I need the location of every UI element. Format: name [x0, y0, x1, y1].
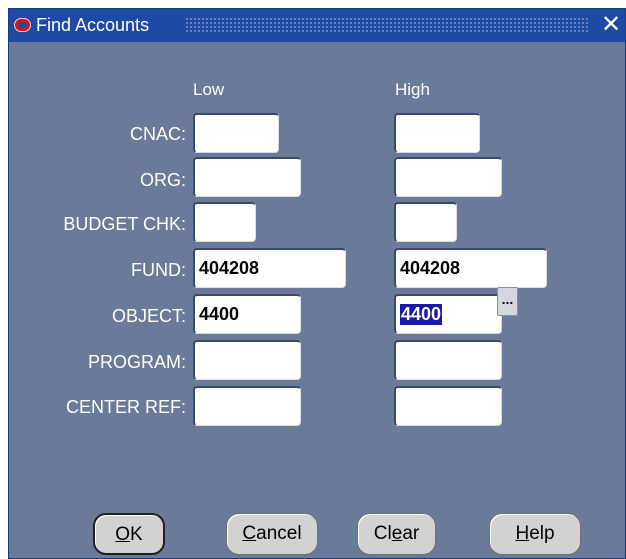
program-high-field[interactable]: [394, 340, 502, 380]
column-header-high: High: [395, 80, 430, 99]
close-icon[interactable]: ✕: [600, 12, 622, 38]
object-low-field[interactable]: 4400: [193, 294, 301, 334]
clear-mnemonic: e: [391, 523, 403, 544]
title-bar[interactable]: Find Accounts ✕: [9, 9, 625, 42]
object-high-field[interactable]: 4400: [394, 294, 502, 334]
title-bar-grip: [185, 17, 590, 33]
list-of-values-button[interactable]: ...: [497, 287, 518, 316]
ok-mnemonic: O: [115, 524, 131, 545]
cancel-button[interactable]: Cancel: [226, 513, 318, 555]
org-high-field[interactable]: [394, 157, 502, 197]
fund-label: FUND:: [131, 260, 186, 280]
help-button[interactable]: Help: [489, 513, 581, 555]
clear-label-pre: Cl: [373, 523, 392, 544]
clear-button[interactable]: Clear: [357, 513, 436, 555]
window-title: Find Accounts: [36, 15, 150, 35]
org-label: ORG:: [139, 170, 186, 190]
center-ref-low-field[interactable]: [193, 386, 301, 426]
help-label-rest: elp: [529, 523, 555, 544]
ok-label-rest: K: [130, 524, 143, 545]
center-ref-high-field[interactable]: [394, 386, 502, 426]
fund-low-field[interactable]: 404208: [193, 248, 346, 288]
oracle-logo-icon: [14, 18, 31, 32]
cancel-mnemonic: C: [242, 523, 257, 544]
center-ref-label: CENTER REF:: [65, 397, 186, 417]
cancel-label-rest: ancel: [256, 523, 302, 544]
budget-chk-low-field[interactable]: [193, 202, 256, 242]
fund-high-field[interactable]: 404208: [394, 248, 547, 288]
budget-chk-label: BUDGET CHK:: [63, 214, 186, 234]
column-header-low: Low: [193, 80, 225, 99]
clear-label-rest: ar: [402, 523, 420, 544]
program-low-field[interactable]: [193, 340, 301, 380]
program-label: PROGRAM:: [87, 352, 186, 372]
object-high-selected-text: 4400: [400, 304, 443, 325]
org-low-field[interactable]: [193, 157, 301, 197]
cnac-label: CNAC:: [129, 124, 186, 144]
help-mnemonic: H: [515, 523, 530, 544]
ok-button[interactable]: OK: [93, 513, 165, 555]
cnac-high-field[interactable]: [394, 113, 480, 153]
object-label: OBJECT:: [111, 306, 186, 326]
cnac-low-field[interactable]: [193, 113, 279, 153]
budget-chk-high-field[interactable]: [394, 202, 457, 242]
